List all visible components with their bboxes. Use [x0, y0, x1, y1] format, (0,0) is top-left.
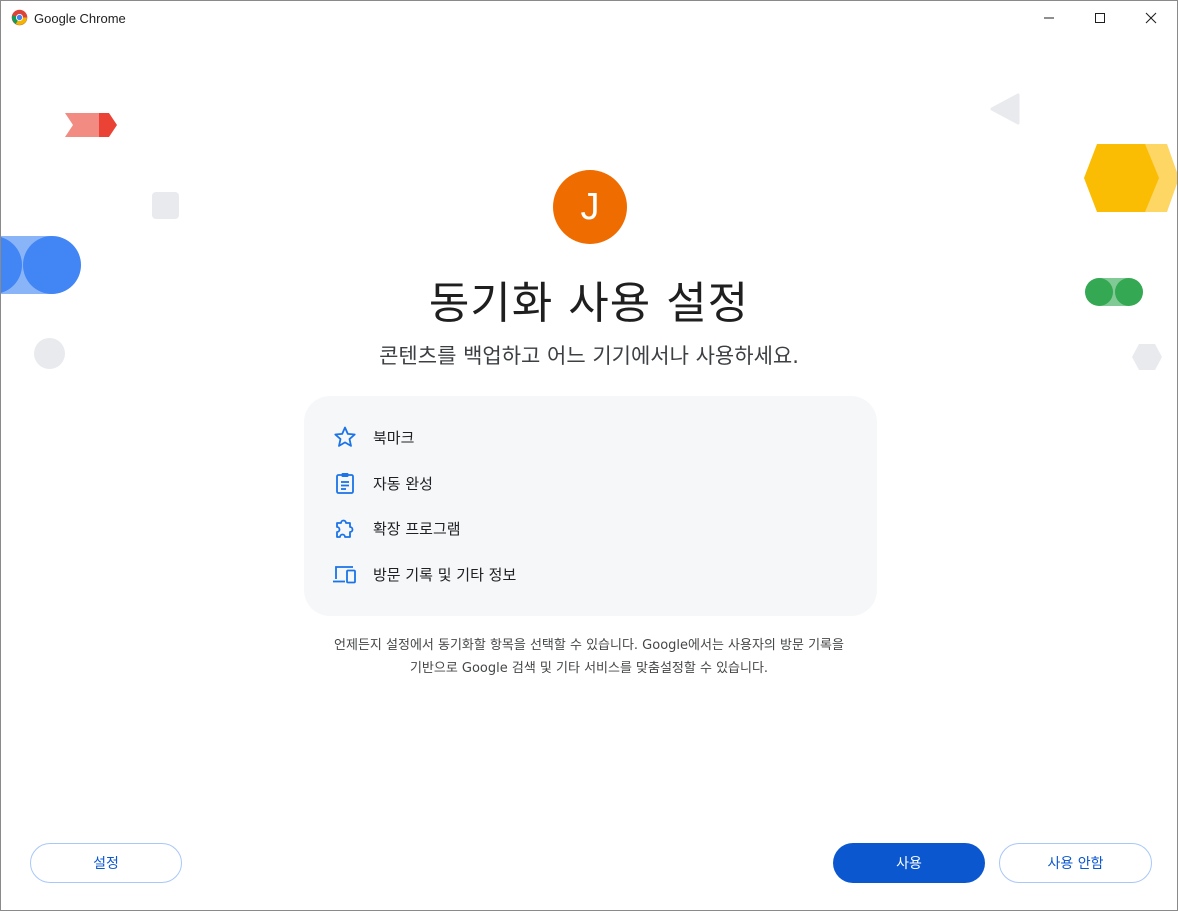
note-line-1: 언제든지 설정에서 동기화할 항목을 선택할 수 있습니다. Google에서는…: [334, 638, 844, 653]
puzzle-icon: [332, 515, 358, 541]
chrome-logo-icon: [11, 9, 28, 26]
sync-item-label: 확장 프로그램: [373, 519, 461, 538]
decline-sync-button[interactable]: 사용 안함: [999, 843, 1152, 883]
sync-item-label: 방문 기록 및 기타 정보: [373, 565, 517, 584]
note-line-2: 기반으로 Google 검색 및 기타 서비스를 맞춤설정할 수 있습니다.: [409, 661, 769, 676]
maximize-button[interactable]: [1077, 1, 1123, 35]
grey-triangle-decoration: [990, 93, 1020, 125]
page-subtitle: 콘텐츠를 백업하고 어느 기기에서나 사용하세요.: [379, 344, 799, 368]
maximize-icon: [1095, 13, 1105, 23]
sync-item-extensions: 확장 프로그램: [332, 516, 461, 540]
sync-item-label: 북마크: [373, 428, 415, 447]
sync-item-label: 자동 완성: [373, 474, 433, 493]
settings-button[interactable]: 설정: [30, 843, 182, 883]
minimize-icon: [1044, 17, 1054, 19]
chrome-sync-window: Google Chrome J 동기화 사용 설정 콘텐츠를 백업하고 어느 기…: [0, 0, 1178, 911]
star-icon: [332, 424, 358, 450]
close-icon: [1145, 12, 1157, 24]
clipboard-icon: [332, 470, 358, 496]
red-arrow-decoration: [65, 113, 117, 137]
grey-square-decoration: [152, 192, 179, 219]
sync-item-history: 방문 기록 및 기타 정보: [332, 562, 516, 586]
account-avatar: J: [553, 170, 627, 244]
sync-item-autofill: 자동 완성: [332, 471, 433, 495]
title-bar: Google Chrome: [1, 1, 1177, 35]
minimize-button[interactable]: [1026, 1, 1072, 35]
window-title: Google Chrome: [34, 11, 126, 26]
devices-icon: [332, 561, 358, 587]
sync-item-bookmarks: 북마크: [332, 425, 414, 449]
sync-info-note: 언제든지 설정에서 동기화할 항목을 선택할 수 있습니다. Google에서는…: [1, 634, 1177, 680]
yellow-hexagons-decoration: [1084, 144, 1177, 212]
sync-items-card: 북마크 자동 완성 확장 프로그램 방문 기록 및 기타 정보: [304, 396, 877, 616]
close-button[interactable]: [1128, 1, 1174, 35]
accept-sync-button[interactable]: 사용: [833, 843, 985, 883]
page-title: 동기화 사용 설정: [428, 278, 750, 329]
